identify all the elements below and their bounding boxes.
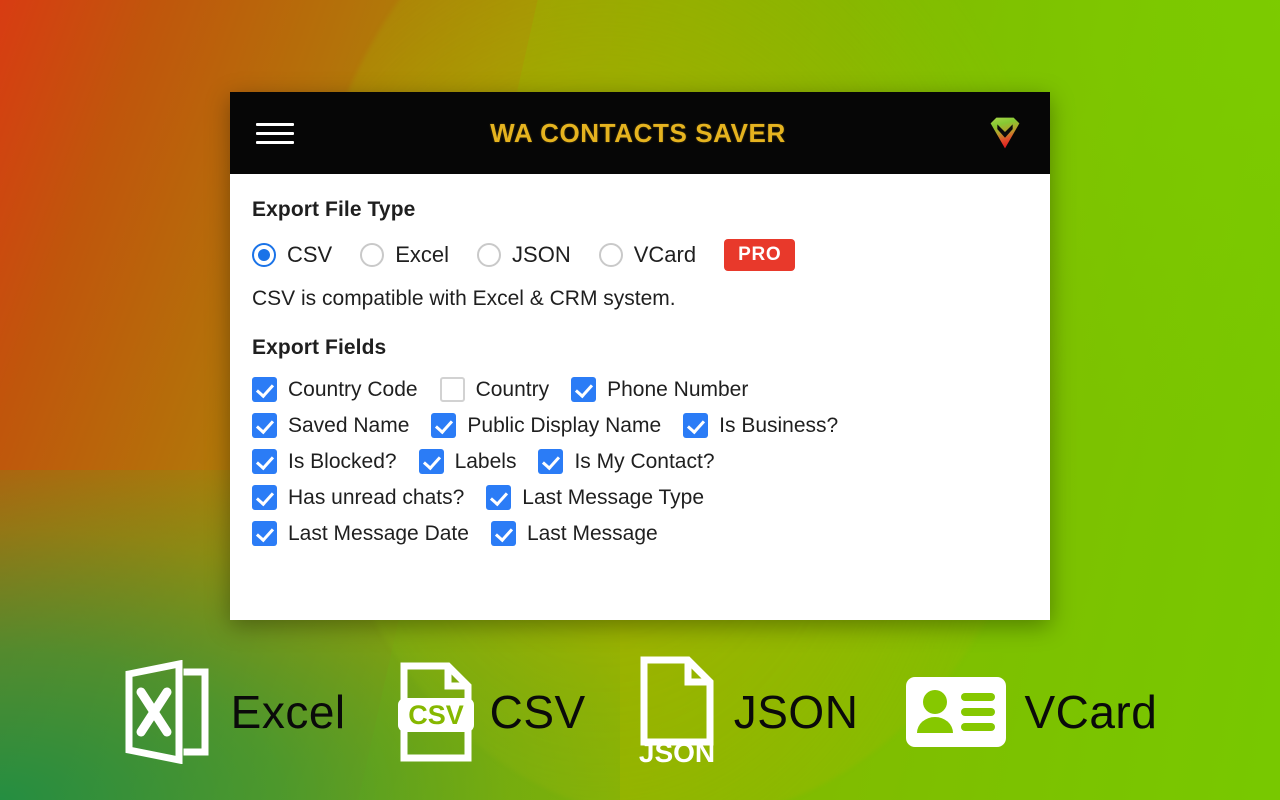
checkbox-label: Public Display Name <box>467 413 662 437</box>
radio-label-vcard: VCard <box>633 242 697 267</box>
radio-mark-csv <box>252 243 276 267</box>
app-body: Export File Type CSV Excel JSON VCard PR… <box>230 174 1050 620</box>
export-file-type-note: CSV is compatible with Excel & CRM syste… <box>252 287 676 310</box>
format-item-json: JSON JSON <box>636 656 859 768</box>
csv-file-icon: CSV <box>397 662 474 762</box>
radio-option-excel[interactable]: Excel <box>360 242 449 268</box>
checkbox-is-blocked[interactable]: Is Blocked? <box>252 449 397 474</box>
radio-option-vcard[interactable]: VCard <box>598 242 697 268</box>
export-fields-heading: Export Fields <box>252 336 387 359</box>
hamburger-bar-3 <box>256 140 294 144</box>
checkbox-phone-number[interactable]: Phone Number <box>571 377 748 402</box>
checkbox-mark-icon <box>538 449 564 474</box>
checkbox-last-message[interactable]: Last Message <box>490 521 658 546</box>
checkbox-label: Labels <box>454 449 517 473</box>
export-file-type-heading: Export File Type <box>252 198 416 221</box>
app-title: WA CONTACTS SAVER <box>490 117 786 148</box>
checkbox-label: Is My Contact? <box>574 449 715 473</box>
pro-upgrade-badge[interactable]: PRO <box>724 239 796 271</box>
checkbox-label: Country <box>475 377 550 401</box>
checkbox-mark-icon <box>418 449 444 474</box>
checkbox-labels[interactable]: Labels <box>418 449 517 474</box>
checkbox-mark-icon <box>252 521 277 546</box>
checkbox-label: Last Message Type <box>522 485 705 509</box>
svg-text:CSV: CSV <box>408 700 464 730</box>
checkbox-mark-icon <box>252 413 277 438</box>
checkbox-label: Last Message Date <box>288 521 469 545</box>
radio-option-csv[interactable]: CSV <box>252 242 332 268</box>
export-fields-checkbox-group: Country Code Country Phone Number Saved … <box>230 377 1050 546</box>
checkbox-mark-icon <box>252 377 277 402</box>
radio-label-excel: Excel <box>395 242 450 267</box>
checkbox-is-my-contact[interactable]: Is My Contact? <box>538 449 715 474</box>
checkbox-public-display-name[interactable]: Public Display Name <box>431 413 661 438</box>
checkbox-mark-icon <box>439 377 465 402</box>
checkbox-country[interactable]: Country <box>439 377 550 402</box>
checkbox-mark-icon <box>486 485 512 510</box>
checkbox-mark-icon <box>571 377 597 402</box>
app-header: WA CONTACTS SAVER <box>230 92 1050 174</box>
checkbox-label: Last Message <box>526 521 658 545</box>
json-file-icon: JSON <box>639 656 715 768</box>
supported-formats-strip: Excel CSV CSV JSON JSON VCard <box>0 646 1280 778</box>
radio-label-json: JSON <box>512 242 571 267</box>
svg-text:JSON: JSON <box>639 737 715 768</box>
radio-mark-json <box>477 243 502 267</box>
format-item-excel: Excel <box>123 660 346 764</box>
hamburger-bar-2 <box>256 131 294 135</box>
checkbox-label: Phone Number <box>607 377 749 401</box>
checkbox-mark-icon <box>431 413 457 438</box>
checkbox-mark-icon <box>490 521 516 546</box>
field-row: Saved Name Public Display Name Is Busine… <box>252 413 1028 438</box>
export-file-type-radio-group: CSV Excel JSON VCard PRO <box>230 239 1050 271</box>
format-label-excel: Excel <box>230 686 346 738</box>
hamburger-bar-1 <box>256 122 294 126</box>
checkbox-mark-icon <box>252 485 277 510</box>
app-window-card: WA CONTACTS SAVER Export File Type CSV E… <box>230 92 1050 620</box>
format-item-vcard: VCard <box>904 675 1157 749</box>
radio-mark-excel <box>360 243 385 267</box>
format-label-json: JSON <box>733 686 859 738</box>
checkbox-is-business[interactable]: Is Business? <box>683 413 838 438</box>
checkbox-mark-icon <box>252 449 277 474</box>
format-label-vcard: VCard <box>1024 686 1158 738</box>
radio-option-json[interactable]: JSON <box>477 242 571 268</box>
checkbox-label: Has unread chats? <box>288 485 465 509</box>
radio-mark-vcard <box>598 243 623 267</box>
excel-file-icon <box>125 660 209 764</box>
checkbox-label: Is Business? <box>719 413 839 437</box>
field-row: Last Message Date Last Message <box>252 521 1028 546</box>
checkbox-label: Is Blocked? <box>288 449 397 473</box>
checkbox-has-unread-chats[interactable]: Has unread chats? <box>252 485 464 510</box>
vcard-contact-icon <box>906 677 1007 747</box>
hamburger-menu-icon[interactable] <box>256 118 294 148</box>
checkbox-saved-name[interactable]: Saved Name <box>252 413 409 438</box>
checkbox-label: Saved Name <box>288 413 410 437</box>
checkbox-last-message-date[interactable]: Last Message Date <box>252 521 469 546</box>
checkbox-country-code[interactable]: Country Code <box>252 377 418 402</box>
gem-diamond-logo-icon <box>990 117 1020 149</box>
format-label-csv: CSV <box>489 686 586 738</box>
format-item-csv: CSV CSV <box>397 662 586 762</box>
field-row: Country Code Country Phone Number <box>252 377 1028 402</box>
checkbox-mark-icon <box>683 413 709 438</box>
checkbox-last-message-type[interactable]: Last Message Type <box>486 485 704 510</box>
field-row: Has unread chats? Last Message Type <box>252 485 1028 510</box>
field-row: Is Blocked? Labels Is My Contact? <box>252 449 1028 474</box>
radio-label-csv: CSV <box>287 242 333 267</box>
checkbox-label: Country Code <box>288 377 418 401</box>
